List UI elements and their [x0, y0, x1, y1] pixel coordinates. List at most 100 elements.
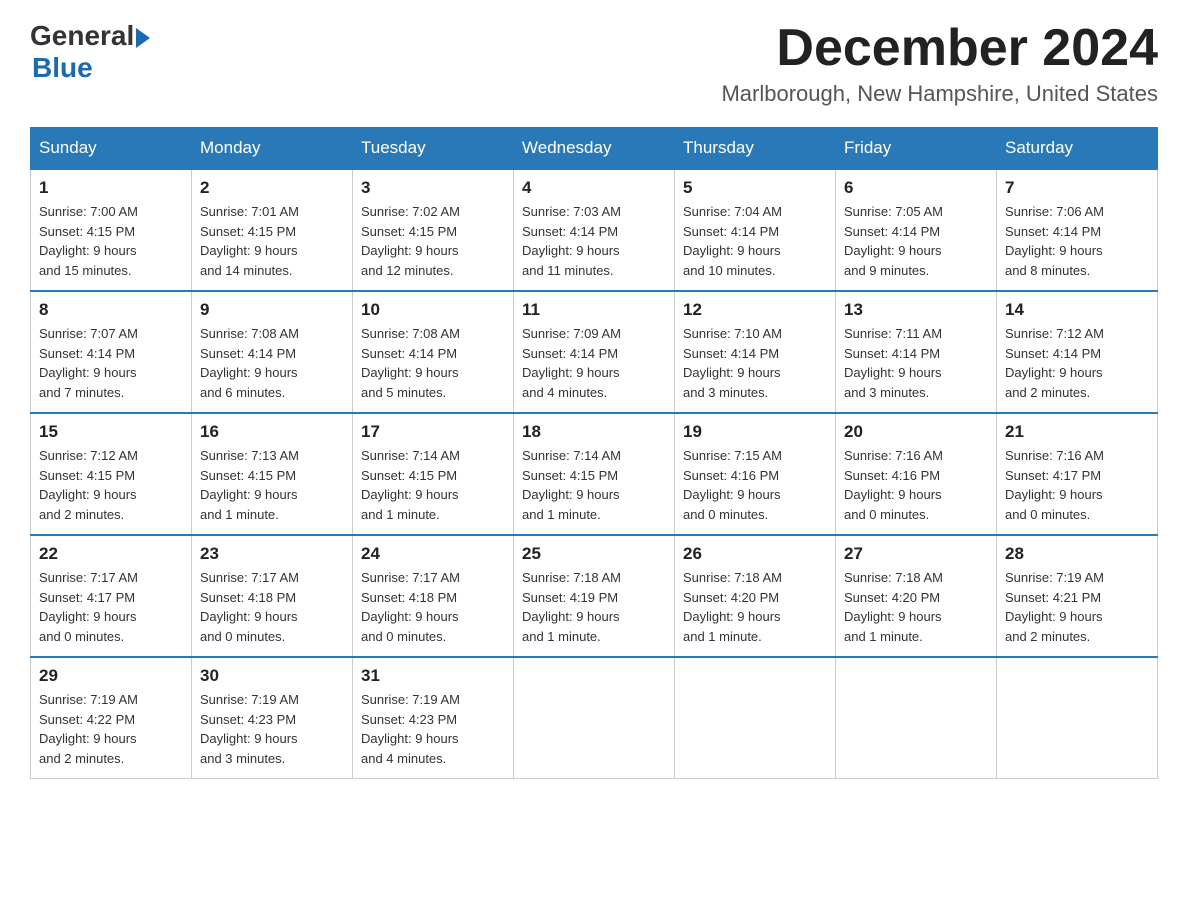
day-number: 22	[39, 544, 183, 564]
day-info: Sunrise: 7:00 AM Sunset: 4:15 PM Dayligh…	[39, 202, 183, 280]
day-number: 16	[200, 422, 344, 442]
day-cell-23: 23 Sunrise: 7:17 AM Sunset: 4:18 PM Dayl…	[192, 535, 353, 657]
logo: General Blue	[30, 20, 150, 84]
day-number: 27	[844, 544, 988, 564]
empty-cell-w4d5	[836, 657, 997, 779]
day-info: Sunrise: 7:19 AM Sunset: 4:22 PM Dayligh…	[39, 690, 183, 768]
day-cell-19: 19 Sunrise: 7:15 AM Sunset: 4:16 PM Dayl…	[675, 413, 836, 535]
day-cell-4: 4 Sunrise: 7:03 AM Sunset: 4:14 PM Dayli…	[514, 169, 675, 291]
col-thursday: Thursday	[675, 128, 836, 170]
col-tuesday: Tuesday	[353, 128, 514, 170]
day-info: Sunrise: 7:05 AM Sunset: 4:14 PM Dayligh…	[844, 202, 988, 280]
day-cell-12: 12 Sunrise: 7:10 AM Sunset: 4:14 PM Dayl…	[675, 291, 836, 413]
day-number: 31	[361, 666, 505, 686]
day-number: 10	[361, 300, 505, 320]
day-cell-14: 14 Sunrise: 7:12 AM Sunset: 4:14 PM Dayl…	[997, 291, 1158, 413]
day-number: 13	[844, 300, 988, 320]
day-info: Sunrise: 7:17 AM Sunset: 4:18 PM Dayligh…	[361, 568, 505, 646]
col-sunday: Sunday	[31, 128, 192, 170]
day-number: 4	[522, 178, 666, 198]
day-info: Sunrise: 7:18 AM Sunset: 4:20 PM Dayligh…	[844, 568, 988, 646]
day-cell-21: 21 Sunrise: 7:16 AM Sunset: 4:17 PM Dayl…	[997, 413, 1158, 535]
title-area: December 2024 Marlborough, New Hampshire…	[721, 20, 1158, 107]
day-number: 6	[844, 178, 988, 198]
day-info: Sunrise: 7:19 AM Sunset: 4:23 PM Dayligh…	[361, 690, 505, 768]
day-cell-11: 11 Sunrise: 7:09 AM Sunset: 4:14 PM Dayl…	[514, 291, 675, 413]
day-cell-17: 17 Sunrise: 7:14 AM Sunset: 4:15 PM Dayl…	[353, 413, 514, 535]
day-cell-18: 18 Sunrise: 7:14 AM Sunset: 4:15 PM Dayl…	[514, 413, 675, 535]
day-info: Sunrise: 7:15 AM Sunset: 4:16 PM Dayligh…	[683, 446, 827, 524]
day-info: Sunrise: 7:10 AM Sunset: 4:14 PM Dayligh…	[683, 324, 827, 402]
day-info: Sunrise: 7:11 AM Sunset: 4:14 PM Dayligh…	[844, 324, 988, 402]
day-cell-10: 10 Sunrise: 7:08 AM Sunset: 4:14 PM Dayl…	[353, 291, 514, 413]
day-info: Sunrise: 7:18 AM Sunset: 4:19 PM Dayligh…	[522, 568, 666, 646]
calendar-header-row: Sunday Monday Tuesday Wednesday Thursday…	[31, 128, 1158, 170]
day-info: Sunrise: 7:01 AM Sunset: 4:15 PM Dayligh…	[200, 202, 344, 280]
col-wednesday: Wednesday	[514, 128, 675, 170]
logo-general-text: General	[30, 20, 134, 52]
day-number: 28	[1005, 544, 1149, 564]
day-number: 11	[522, 300, 666, 320]
day-info: Sunrise: 7:02 AM Sunset: 4:15 PM Dayligh…	[361, 202, 505, 280]
day-info: Sunrise: 7:09 AM Sunset: 4:14 PM Dayligh…	[522, 324, 666, 402]
day-cell-7: 7 Sunrise: 7:06 AM Sunset: 4:14 PM Dayli…	[997, 169, 1158, 291]
logo-blue-text: Blue	[32, 52, 93, 84]
location-title: Marlborough, New Hampshire, United State…	[721, 81, 1158, 107]
day-number: 15	[39, 422, 183, 442]
day-number: 19	[683, 422, 827, 442]
day-cell-16: 16 Sunrise: 7:13 AM Sunset: 4:15 PM Dayl…	[192, 413, 353, 535]
day-cell-15: 15 Sunrise: 7:12 AM Sunset: 4:15 PM Dayl…	[31, 413, 192, 535]
empty-cell-w4d4	[675, 657, 836, 779]
day-info: Sunrise: 7:08 AM Sunset: 4:14 PM Dayligh…	[200, 324, 344, 402]
col-saturday: Saturday	[997, 128, 1158, 170]
day-cell-28: 28 Sunrise: 7:19 AM Sunset: 4:21 PM Dayl…	[997, 535, 1158, 657]
day-cell-24: 24 Sunrise: 7:17 AM Sunset: 4:18 PM Dayl…	[353, 535, 514, 657]
day-number: 23	[200, 544, 344, 564]
day-number: 3	[361, 178, 505, 198]
day-number: 17	[361, 422, 505, 442]
day-number: 29	[39, 666, 183, 686]
day-info: Sunrise: 7:13 AM Sunset: 4:15 PM Dayligh…	[200, 446, 344, 524]
day-info: Sunrise: 7:12 AM Sunset: 4:14 PM Dayligh…	[1005, 324, 1149, 402]
day-number: 12	[683, 300, 827, 320]
day-info: Sunrise: 7:06 AM Sunset: 4:14 PM Dayligh…	[1005, 202, 1149, 280]
day-cell-13: 13 Sunrise: 7:11 AM Sunset: 4:14 PM Dayl…	[836, 291, 997, 413]
day-info: Sunrise: 7:14 AM Sunset: 4:15 PM Dayligh…	[361, 446, 505, 524]
day-number: 18	[522, 422, 666, 442]
calendar-table: Sunday Monday Tuesday Wednesday Thursday…	[30, 127, 1158, 779]
day-info: Sunrise: 7:08 AM Sunset: 4:14 PM Dayligh…	[361, 324, 505, 402]
day-info: Sunrise: 7:17 AM Sunset: 4:18 PM Dayligh…	[200, 568, 344, 646]
day-number: 2	[200, 178, 344, 198]
header: General Blue December 2024 Marlborough, …	[30, 20, 1158, 107]
day-cell-6: 6 Sunrise: 7:05 AM Sunset: 4:14 PM Dayli…	[836, 169, 997, 291]
day-cell-25: 25 Sunrise: 7:18 AM Sunset: 4:19 PM Dayl…	[514, 535, 675, 657]
col-monday: Monday	[192, 128, 353, 170]
day-cell-1: 1 Sunrise: 7:00 AM Sunset: 4:15 PM Dayli…	[31, 169, 192, 291]
logo-arrow-icon	[136, 28, 150, 48]
day-info: Sunrise: 7:04 AM Sunset: 4:14 PM Dayligh…	[683, 202, 827, 280]
day-cell-8: 8 Sunrise: 7:07 AM Sunset: 4:14 PM Dayli…	[31, 291, 192, 413]
day-info: Sunrise: 7:19 AM Sunset: 4:23 PM Dayligh…	[200, 690, 344, 768]
day-number: 7	[1005, 178, 1149, 198]
day-info: Sunrise: 7:19 AM Sunset: 4:21 PM Dayligh…	[1005, 568, 1149, 646]
month-title: December 2024	[721, 20, 1158, 77]
empty-cell-w4d6	[997, 657, 1158, 779]
day-info: Sunrise: 7:14 AM Sunset: 4:15 PM Dayligh…	[522, 446, 666, 524]
day-cell-30: 30 Sunrise: 7:19 AM Sunset: 4:23 PM Dayl…	[192, 657, 353, 779]
week-row-2: 8 Sunrise: 7:07 AM Sunset: 4:14 PM Dayli…	[31, 291, 1158, 413]
day-cell-27: 27 Sunrise: 7:18 AM Sunset: 4:20 PM Dayl…	[836, 535, 997, 657]
day-info: Sunrise: 7:16 AM Sunset: 4:17 PM Dayligh…	[1005, 446, 1149, 524]
empty-cell-w4d3	[514, 657, 675, 779]
day-number: 5	[683, 178, 827, 198]
day-info: Sunrise: 7:17 AM Sunset: 4:17 PM Dayligh…	[39, 568, 183, 646]
week-row-3: 15 Sunrise: 7:12 AM Sunset: 4:15 PM Dayl…	[31, 413, 1158, 535]
week-row-1: 1 Sunrise: 7:00 AM Sunset: 4:15 PM Dayli…	[31, 169, 1158, 291]
day-number: 25	[522, 544, 666, 564]
day-cell-3: 3 Sunrise: 7:02 AM Sunset: 4:15 PM Dayli…	[353, 169, 514, 291]
day-cell-22: 22 Sunrise: 7:17 AM Sunset: 4:17 PM Dayl…	[31, 535, 192, 657]
day-info: Sunrise: 7:07 AM Sunset: 4:14 PM Dayligh…	[39, 324, 183, 402]
day-info: Sunrise: 7:03 AM Sunset: 4:14 PM Dayligh…	[522, 202, 666, 280]
day-number: 26	[683, 544, 827, 564]
col-friday: Friday	[836, 128, 997, 170]
day-cell-26: 26 Sunrise: 7:18 AM Sunset: 4:20 PM Dayl…	[675, 535, 836, 657]
